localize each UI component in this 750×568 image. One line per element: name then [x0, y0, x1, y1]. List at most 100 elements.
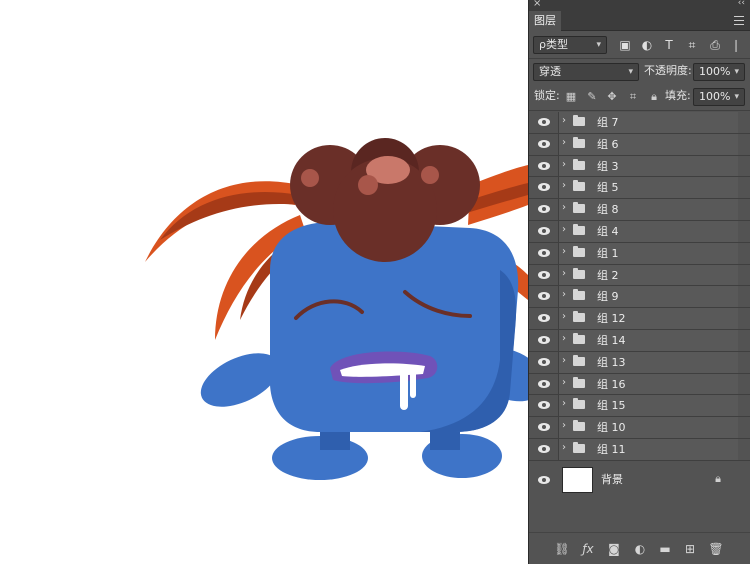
chevron-right-icon[interactable]: ›: [562, 268, 566, 279]
lock-pixels-icon[interactable]: ✎: [586, 91, 598, 103]
layer-row[interactable]: › 组 13: [529, 351, 750, 374]
layer-body[interactable]: › 组 1: [559, 242, 738, 264]
layer-body[interactable]: › 组 13: [559, 351, 738, 373]
layer-body[interactable]: › 组 7: [559, 112, 738, 133]
eye-icon[interactable]: [538, 139, 550, 148]
trash-icon[interactable]: 🗑︎: [708, 541, 724, 557]
opacity-field[interactable]: 100% ▾: [693, 63, 745, 81]
chevron-right-icon[interactable]: ›: [562, 289, 566, 300]
link-layers-icon[interactable]: ⛓: [554, 541, 570, 557]
layer-row[interactable]: › 组 1: [529, 242, 750, 265]
eye-icon[interactable]: [538, 444, 550, 453]
document-canvas[interactable]: [0, 0, 544, 564]
chevron-right-icon[interactable]: ›: [562, 442, 566, 453]
chevron-right-icon[interactable]: ›: [562, 180, 566, 191]
new-group-icon[interactable]: ▬: [657, 541, 673, 557]
chevron-right-icon[interactable]: ›: [562, 224, 566, 235]
layer-body[interactable]: › 组 4: [559, 220, 738, 242]
layer-body[interactable]: › 组 12: [559, 308, 738, 329]
eye-icon[interactable]: [538, 292, 550, 301]
eye-icon[interactable]: [538, 314, 550, 323]
eye-icon[interactable]: [538, 226, 550, 235]
layer-body[interactable]: › 组 5: [559, 177, 738, 199]
chevron-right-icon[interactable]: ›: [562, 377, 566, 388]
visibility-cell[interactable]: [529, 199, 559, 220]
add-mask-icon[interactable]: ◙: [606, 541, 622, 557]
layer-body[interactable]: › 组 14: [559, 329, 738, 351]
visibility-cell[interactable]: [529, 438, 559, 460]
layer-row[interactable]: › 组 7: [529, 112, 750, 134]
layer-row[interactable]: › 组 5: [529, 177, 750, 200]
adjustment-filter-icon[interactable]: ◐: [640, 38, 654, 52]
layer-body[interactable]: › 组 6: [559, 133, 738, 155]
visibility-cell[interactable]: [529, 155, 559, 177]
chevron-right-icon[interactable]: ›: [562, 398, 566, 409]
visibility-cell[interactable]: [529, 417, 559, 438]
layer-row[interactable]: › 组 6: [529, 133, 750, 156]
visibility-cell[interactable]: [529, 242, 559, 264]
layer-body[interactable]: › 组 9: [559, 286, 738, 308]
lock-artboard-icon[interactable]: ⌗: [627, 91, 639, 103]
eye-icon[interactable]: [538, 475, 550, 484]
layer-body[interactable]: › 组 11: [559, 438, 738, 460]
lock-position-icon[interactable]: ✥: [606, 91, 618, 103]
type-filter-icon[interactable]: T: [662, 38, 676, 52]
layer-row[interactable]: › 组 9: [529, 286, 750, 309]
visibility-cell[interactable]: [529, 286, 559, 308]
panel-menu-icon[interactable]: [734, 16, 744, 25]
chevron-right-icon[interactable]: ›: [562, 202, 566, 213]
eye-icon[interactable]: [538, 161, 550, 170]
chevron-right-icon[interactable]: ›: [562, 311, 566, 322]
smart-object-filter-icon[interactable]: ⎙: [708, 38, 722, 52]
visibility-cell[interactable]: [529, 395, 559, 417]
layer-body[interactable]: › 组 8: [559, 199, 738, 220]
chevron-right-icon[interactable]: ›: [562, 159, 566, 170]
visibility-cell[interactable]: [529, 177, 559, 199]
layer-row[interactable]: › 组 11: [529, 438, 750, 461]
eye-icon[interactable]: [538, 248, 550, 257]
eye-icon[interactable]: [538, 183, 550, 192]
layer-row[interactable]: › 组 14: [529, 329, 750, 352]
eye-icon[interactable]: [538, 401, 550, 410]
eye-icon[interactable]: [538, 270, 550, 279]
lock-transparency-icon[interactable]: ▦: [565, 91, 577, 103]
filter-toggle-icon[interactable]: ❘: [731, 38, 741, 52]
filter-kind-dropdown[interactable]: ρ类型 ▾: [533, 36, 607, 54]
chevron-right-icon[interactable]: ›: [562, 355, 566, 366]
chevron-right-icon[interactable]: ›: [562, 115, 566, 126]
layer-body[interactable]: › 组 10: [559, 417, 738, 438]
visibility-cell[interactable]: [529, 264, 559, 286]
layer-body[interactable]: › 组 15: [559, 395, 738, 417]
visibility-cell[interactable]: [529, 329, 559, 351]
visibility-cell[interactable]: [529, 351, 559, 373]
layer-row[interactable]: › 组 15: [529, 395, 750, 418]
collapse-icon[interactable]: ‹‹: [738, 0, 745, 8]
visibility-cell[interactable]: [529, 308, 559, 329]
layer-row[interactable]: › 组 10: [529, 417, 750, 439]
fill-field[interactable]: 100% ▾: [693, 88, 745, 106]
blend-mode-dropdown[interactable]: 穿透 ▾: [533, 63, 639, 81]
layer-row[interactable]: › 组 16: [529, 373, 750, 396]
visibility-cell[interactable]: [529, 133, 559, 155]
layer-body[interactable]: › 组 16: [559, 373, 738, 395]
visibility-cell[interactable]: [529, 112, 559, 133]
shape-filter-icon[interactable]: ⌗: [685, 38, 699, 52]
chevron-right-icon[interactable]: ›: [562, 137, 566, 148]
layer-row[interactable]: › 组 12: [529, 308, 750, 330]
layer-body[interactable]: › 组 3: [559, 155, 738, 177]
image-filter-icon[interactable]: ▣: [618, 38, 632, 52]
layer-row[interactable]: › 组 8: [529, 199, 750, 221]
eye-icon[interactable]: [538, 335, 550, 344]
close-icon[interactable]: ×: [533, 0, 541, 9]
eye-icon[interactable]: [538, 205, 550, 214]
layer-row[interactable]: › 组 3: [529, 155, 750, 178]
chevron-right-icon[interactable]: ›: [562, 420, 566, 431]
adjustment-layer-icon[interactable]: ◐: [632, 541, 648, 557]
layer-style-icon[interactable]: ƒx: [580, 541, 596, 557]
lock-all-icon[interactable]: 🔒︎: [648, 91, 660, 103]
layer-row[interactable]: › 组 4: [529, 220, 750, 243]
layer-body[interactable]: › 组 2: [559, 264, 738, 286]
visibility-cell[interactable]: [529, 373, 559, 395]
layer-row[interactable]: › 组 2: [529, 264, 750, 287]
chevron-right-icon[interactable]: ›: [562, 246, 566, 257]
